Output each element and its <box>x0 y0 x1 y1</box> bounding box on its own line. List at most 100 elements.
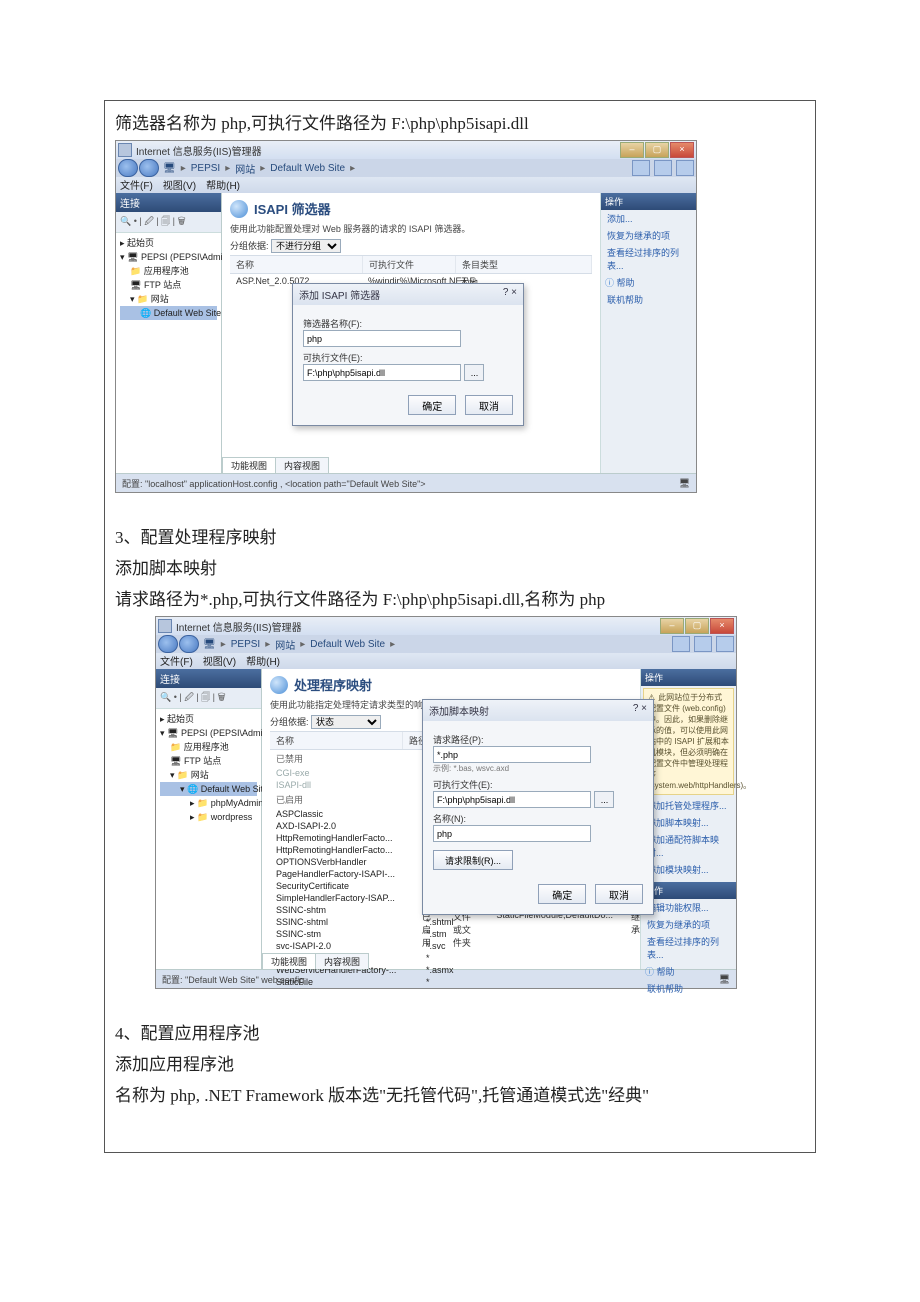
tree-wordpress[interactable]: ▸ 📁 wordpress <box>160 810 257 824</box>
action-add-script-map[interactable]: 添加脚本映射... <box>641 814 736 831</box>
action-edit-perm[interactable]: 编辑功能权限... <box>641 899 736 916</box>
addr-tool-1[interactable] <box>672 636 690 652</box>
tree-server[interactable]: ▾ 🖥 PEPSI (PEPSI\Administrator) <box>120 250 217 264</box>
menu-bar[interactable]: 文件(F) 视图(V) 帮助(H) <box>116 177 696 193</box>
close-button[interactable]: × <box>670 142 694 158</box>
maximize-button[interactable]: ▢ <box>645 142 669 158</box>
col-name[interactable]: 名称 <box>270 732 403 749</box>
tree-sites[interactable]: ▾ 📁 网站 <box>120 292 217 306</box>
window-title: Internet 信息服务(IIS)管理器 <box>176 619 302 634</box>
address-bar[interactable]: 🖥 ▸ PEPSI ▸ 网站 ▸ Default Web Site ▸ <box>156 635 736 653</box>
ok-button[interactable]: 确定 <box>408 395 456 415</box>
connections-tree[interactable]: ▸ 起始页 ▾ 🖥 PEPSI (PEPSI\Administrator) 📁 … <box>116 233 221 323</box>
tree-app-pools[interactable]: 📁 应用程序池 <box>160 740 257 754</box>
tree-default-web-site[interactable]: 🌐 Default Web Site <box>120 306 217 320</box>
browse-button[interactable]: ... <box>464 364 484 381</box>
list-row[interactable]: StaticFile* <box>270 976 632 988</box>
addr-tool-3[interactable] <box>676 160 694 176</box>
group-by-select[interactable]: 状态 <box>311 715 381 729</box>
cancel-button[interactable]: 取消 <box>465 395 513 415</box>
back-button[interactable] <box>158 635 178 653</box>
col-name[interactable]: 名称 <box>230 256 363 273</box>
close-button[interactable]: × <box>710 618 734 634</box>
window-titlebar[interactable]: Internet 信息服务(IIS)管理器 – ▢ × <box>156 617 736 635</box>
menu-help[interactable]: 帮助(H) <box>206 177 240 193</box>
ok-button[interactable]: 确定 <box>538 884 586 904</box>
menu-file[interactable]: 文件(F) <box>120 177 153 193</box>
minimize-button[interactable]: – <box>620 142 644 158</box>
breadcrumb-server[interactable]: PEPSI <box>191 163 220 174</box>
minimize-button[interactable]: – <box>660 618 684 634</box>
action-add[interactable]: 添加... <box>601 210 696 227</box>
forward-button[interactable] <box>179 635 199 653</box>
breadcrumb-home-icon[interactable]: 🖥 <box>163 163 176 174</box>
maximize-button[interactable]: ▢ <box>685 618 709 634</box>
view-tabs[interactable]: 功能视图 内容视图 <box>222 457 328 473</box>
group-by-label: 分组依据: <box>230 241 269 251</box>
action-view-ordered[interactable]: 查看经过排序的列表... <box>601 244 696 274</box>
tree-start-page[interactable]: ▸ 起始页 <box>120 236 217 250</box>
menu-file[interactable]: 文件(F) <box>160 653 193 669</box>
tree-start-page[interactable]: ▸ 起始页 <box>160 712 257 726</box>
executable-input[interactable] <box>433 791 591 808</box>
addr-tool-1[interactable] <box>632 160 650 176</box>
status-icon: 🖥 <box>679 478 690 489</box>
breadcrumb-sites[interactable]: 网站 <box>235 161 255 176</box>
col-entry-type[interactable]: 条目类型 <box>456 256 592 273</box>
tree-ftp-sites[interactable]: 🖥 FTP 站点 <box>120 278 217 292</box>
name-input[interactable] <box>433 825 591 842</box>
filter-name-input[interactable] <box>303 330 461 347</box>
dialog-help-icon[interactable]: ? × <box>503 287 517 302</box>
dialog-help-icon[interactable]: ? × <box>633 703 647 718</box>
address-bar[interactable]: 🖥 ▸ PEPSI ▸ 网站 ▸ Default Web Site ▸ <box>116 159 696 177</box>
list-header[interactable]: 名称 可执行文件 条目类型 <box>230 255 592 274</box>
menu-help[interactable]: 帮助(H) <box>246 653 280 669</box>
breadcrumb-site[interactable]: Default Web Site <box>270 163 345 174</box>
request-path-input[interactable] <box>433 746 591 763</box>
request-restrictions-button[interactable]: 请求限制(R)... <box>433 850 513 870</box>
back-button[interactable] <box>118 159 138 177</box>
menu-view[interactable]: 视图(V) <box>163 177 196 193</box>
executable-input[interactable] <box>303 364 461 381</box>
window-titlebar[interactable]: Internet 信息服务(IIS)管理器 – ▢ × <box>116 141 696 159</box>
forward-button[interactable] <box>139 159 159 177</box>
menu-view[interactable]: 视图(V) <box>203 653 236 669</box>
tab-features-view[interactable]: 功能视图 <box>262 953 316 969</box>
breadcrumb-home-icon[interactable]: 🖥 <box>203 639 216 650</box>
browse-button[interactable]: ... <box>594 791 614 808</box>
tree-sites[interactable]: ▾ 📁 网站 <box>160 768 257 782</box>
action-add-managed[interactable]: 添加托管处理程序... <box>641 797 736 814</box>
breadcrumb-site[interactable]: Default Web Site <box>310 639 385 650</box>
tree-phpmyadmin[interactable]: ▸ 📁 phpMyAdmin <box>160 796 257 810</box>
action-view-ordered[interactable]: 查看经过排序的列表... <box>641 933 736 963</box>
breadcrumb-server[interactable]: PEPSI <box>231 639 260 650</box>
action-add-module-map[interactable]: 添加模块映射... <box>641 861 736 878</box>
tree-ftp-sites[interactable]: 🖥 FTP 站点 <box>160 754 257 768</box>
help-online[interactable]: 联机帮助 <box>601 291 696 308</box>
tree-default-web-site[interactable]: ▾ 🌐 Default Web Site <box>160 782 257 796</box>
group-by-select[interactable]: 不进行分组 <box>271 239 341 253</box>
iis-window-handlers: Internet 信息服务(IIS)管理器 – ▢ × 🖥 ▸ PEPSI ▸ … <box>155 616 737 989</box>
app-icon <box>118 143 132 157</box>
action-add-wildcard[interactable]: 添加通配符脚本映射... <box>641 831 736 861</box>
tree-app-pools[interactable]: 📁 应用程序池 <box>120 264 217 278</box>
connections-toolbar[interactable]: 🔍 • | 🖉 | 🗐 | 🗑 <box>116 212 221 233</box>
tree-server[interactable]: ▾ 🖥 PEPSI (PEPSI\Administrator) <box>160 726 257 740</box>
executable-label: 可执行文件(E): <box>303 351 513 364</box>
addr-tool-3[interactable] <box>716 636 734 652</box>
tab-content-view[interactable]: 内容视图 <box>275 457 329 473</box>
tab-content-view[interactable]: 内容视图 <box>315 953 369 969</box>
cancel-button[interactable]: 取消 <box>595 884 643 904</box>
addr-tool-2[interactable] <box>654 160 672 176</box>
addr-tool-2[interactable] <box>694 636 712 652</box>
menu-bar[interactable]: 文件(F) 视图(V) 帮助(H) <box>156 653 736 669</box>
connections-toolbar[interactable]: 🔍 • | 🖉 | 🗐 | 🗑 <box>156 688 261 709</box>
tab-features-view[interactable]: 功能视图 <box>222 457 276 473</box>
pane-title: ISAPI 筛选器 <box>254 199 331 218</box>
breadcrumb-sites[interactable]: 网站 <box>275 637 295 652</box>
view-tabs[interactable]: 功能视图 内容视图 <box>262 953 368 969</box>
action-revert[interactable]: 恢复为继承的项 <box>641 916 736 933</box>
col-executable[interactable]: 可执行文件 <box>363 256 456 273</box>
action-revert[interactable]: 恢复为继承的项 <box>601 227 696 244</box>
connections-tree[interactable]: ▸ 起始页 ▾ 🖥 PEPSI (PEPSI\Administrator) 📁 … <box>156 709 261 827</box>
